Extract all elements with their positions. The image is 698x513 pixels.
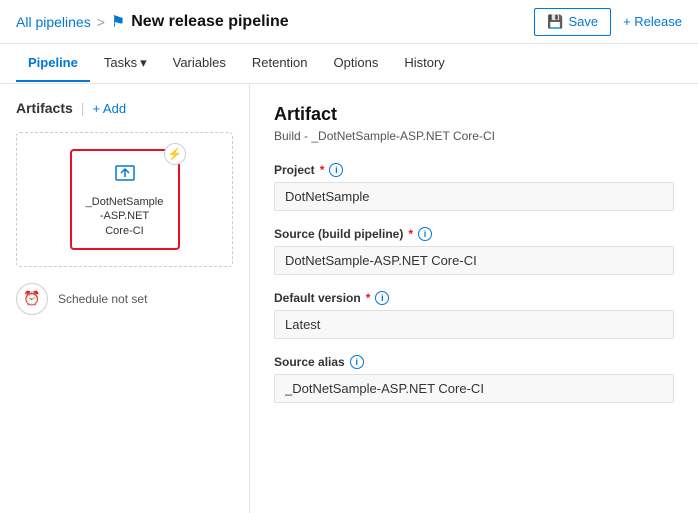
add-label: + Add [92, 101, 126, 116]
schedule-clock-icon: ⏰ [16, 283, 48, 315]
breadcrumb-all-pipelines[interactable]: All pipelines [16, 14, 91, 30]
release-button[interactable]: + Release [623, 14, 682, 29]
default-version-input[interactable] [274, 310, 674, 339]
nav-tabs: Pipeline Tasks ▾ Variables Retention Opt… [0, 44, 698, 84]
artifact-form-title: Artifact [274, 104, 674, 125]
project-required: * [320, 163, 325, 177]
source-required: * [408, 227, 413, 241]
default-version-field: Default version * i [274, 291, 674, 339]
schedule-label: Schedule not set [58, 292, 147, 306]
add-artifact-button[interactable]: + Add [92, 101, 126, 116]
source-alias-label: Source alias i [274, 355, 674, 369]
artifact-build-icon [86, 161, 164, 191]
source-alias-input[interactable] [274, 374, 674, 403]
source-field: Source (build pipeline) * i [274, 227, 674, 275]
header-actions: 💾 Save + Release [534, 8, 682, 36]
tasks-dropdown-icon: ▾ [140, 55, 147, 71]
artifacts-label: Artifacts [16, 100, 73, 116]
artifact-form-subtitle: Build - _DotNetSample-ASP.NET Core-CI [274, 129, 674, 143]
default-version-label: Default version * i [274, 291, 674, 305]
tab-retention[interactable]: Retention [240, 45, 320, 82]
artifact-card[interactable]: ⚡ _DotNetSample-ASP.NET Core-CI [70, 149, 180, 250]
breadcrumb-separator: > [97, 14, 105, 30]
source-info-icon[interactable]: i [418, 227, 432, 241]
save-button[interactable]: 💾 Save [534, 8, 611, 36]
tab-tasks[interactable]: Tasks ▾ [92, 45, 159, 83]
source-alias-field: Source alias i [274, 355, 674, 403]
project-input[interactable] [274, 182, 674, 211]
pipeline-icon: ⚑ [111, 12, 125, 32]
right-panel: Artifact Build - _DotNetSample-ASP.NET C… [250, 84, 698, 513]
source-input[interactable] [274, 246, 674, 275]
tab-pipeline[interactable]: Pipeline [16, 45, 90, 82]
tab-variables[interactable]: Variables [161, 45, 238, 82]
save-icon: 💾 [547, 14, 563, 30]
default-version-info-icon[interactable]: i [375, 291, 389, 305]
project-field: Project * i [274, 163, 674, 211]
tab-history[interactable]: History [392, 45, 456, 82]
default-version-required: * [366, 291, 371, 305]
lightning-icon: ⚡ [164, 143, 186, 165]
artifacts-area: ⚡ _DotNetSample-ASP.NET Core-CI [16, 132, 233, 267]
pipeline-title: New release pipeline [131, 13, 288, 31]
header: All pipelines > ⚑ New release pipeline 💾… [0, 0, 698, 44]
artifact-card-label: _DotNetSample-ASP.NET Core-CI [86, 195, 164, 238]
project-info-icon[interactable]: i [329, 163, 343, 177]
schedule-section: ⏰ Schedule not set [16, 283, 233, 315]
header-left: All pipelines > ⚑ New release pipeline [16, 12, 289, 32]
left-panel: Artifacts | + Add ⚡ _DotNetSample-ASP.NE… [0, 84, 250, 513]
release-label: + Release [623, 14, 682, 29]
artifacts-header: Artifacts | + Add [16, 100, 233, 116]
tab-options[interactable]: Options [322, 45, 391, 82]
artifacts-divider: | [81, 100, 85, 116]
project-label: Project * i [274, 163, 674, 177]
source-label: Source (build pipeline) * i [274, 227, 674, 241]
save-label: Save [568, 14, 598, 29]
source-alias-info-icon[interactable]: i [350, 355, 364, 369]
main-content: Artifacts | + Add ⚡ _DotNetSample-ASP.NE… [0, 84, 698, 513]
